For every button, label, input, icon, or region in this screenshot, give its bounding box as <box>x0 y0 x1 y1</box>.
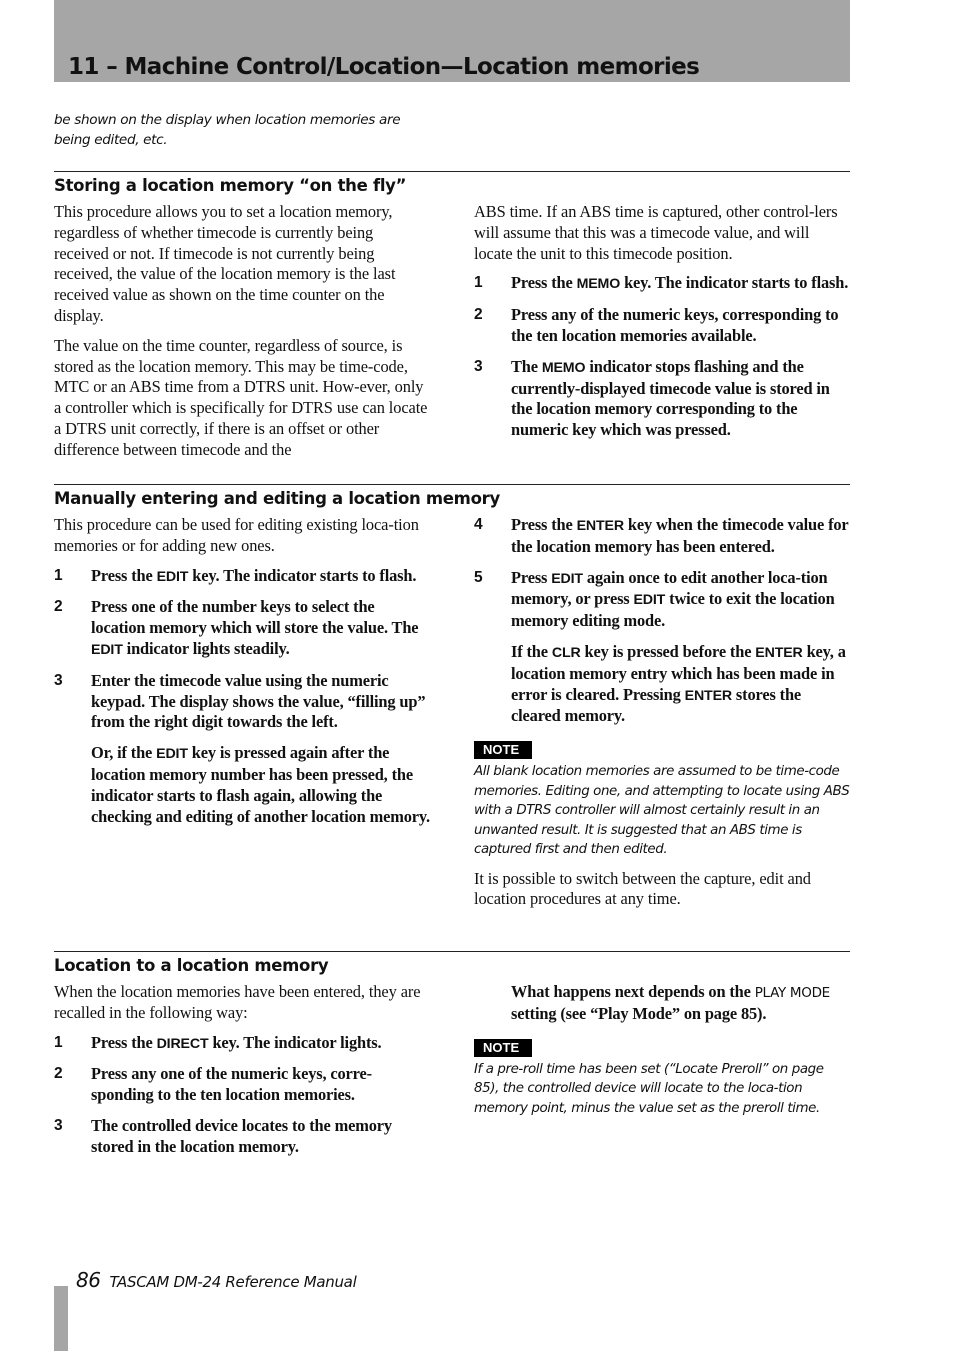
section-title: Location to a location memory <box>54 956 329 975</box>
step-followup: If the CLR key is pressed before the ENT… <box>474 642 850 727</box>
note-text: If a pre-roll time has been set (“Locate… <box>474 1061 824 1116</box>
step-item: 5 Press EDIT again once to edit another … <box>474 568 850 632</box>
step-followup: Or, if the EDIT key is pressed again aft… <box>54 743 430 827</box>
step-number: 2 <box>54 598 63 616</box>
paragraph: The value on the time counter, regardles… <box>54 335 428 459</box>
section-title: Manually entering and editing a location… <box>54 489 500 508</box>
footer-tab-bar <box>54 1286 68 1351</box>
step-item: 1 Press the EDIT key. The indicator star… <box>54 566 430 588</box>
section-manual-edit: Manually entering and editing a location… <box>54 484 850 908</box>
step-text: What happens next depends on the <box>511 982 755 1001</box>
step-item: 1 Press the MEMO key. The indicator star… <box>474 273 850 295</box>
page-footer: 86 TASCAM DM-24 Reference Manual <box>76 1268 357 1292</box>
step-text: indicator lights steadily. <box>122 638 290 658</box>
right-column: 4 Press the ENTER key when the timecode … <box>474 515 850 919</box>
right-column: What happens next depends on the PLAY MO… <box>474 982 850 1127</box>
key-name-memo: MEMO <box>541 359 586 376</box>
step-item: 2 Press one of the number keys to select… <box>54 597 430 660</box>
paragraph: It is possible to switch between the cap… <box>474 868 811 909</box>
step-number: 5 <box>474 568 483 586</box>
step-number: 3 <box>54 671 63 689</box>
key-name-edit: EDIT <box>551 570 583 587</box>
paragraph: This procedure allows you to set a locat… <box>54 202 396 325</box>
step-text: Press any of the numeric keys, correspon… <box>511 305 839 345</box>
chapter-title: 11 – Machine Control/Location—Location m… <box>68 54 700 80</box>
step-item: 1 Press the DIRECT key. The indicator li… <box>54 1033 430 1055</box>
step-number: 1 <box>54 566 63 584</box>
section-title: Storing a location memory “on the fly” <box>54 176 407 195</box>
step-text: Press the <box>91 1032 157 1052</box>
section-divider <box>54 951 850 952</box>
step-number: 3 <box>54 1116 63 1134</box>
step-text: Enter the timecode value using the numer… <box>91 670 426 732</box>
key-name-memo: MEMO <box>576 276 621 293</box>
step-text: Press the <box>91 565 157 585</box>
left-column: When the location memories have been ent… <box>54 982 430 1168</box>
section-divider <box>54 484 850 485</box>
step-text: Press <box>511 567 552 587</box>
step-text: key. The indicator starts to flash. <box>188 565 417 585</box>
carry-over-text: be shown on the display when location me… <box>54 112 401 148</box>
key-name-clr: CLR <box>551 644 581 661</box>
menu-name-play-mode: PLAY MODE <box>754 985 831 1001</box>
page-number: 86 <box>76 1268 101 1292</box>
step-text: The controlled device locates to the mem… <box>91 1115 392 1156</box>
step-text: key. The indicator starts to flash. <box>620 273 849 293</box>
step-item: 4 Press the ENTER key when the timecode … <box>474 515 850 558</box>
step-number: 4 <box>474 516 483 533</box>
key-name-enter: ENTER <box>755 644 803 661</box>
step-text: The <box>511 356 542 376</box>
section-divider <box>54 171 850 172</box>
paragraph: This procedure can be used for editing e… <box>54 515 419 555</box>
key-name-enter: ENTER <box>684 687 732 704</box>
step-text: key. The indicator lights. <box>208 1032 382 1052</box>
key-name-direct: DIRECT <box>156 1035 209 1052</box>
step-text: Press one of the number keys to select t… <box>91 597 419 638</box>
step-text: setting (see “Play Mode” on page 85). <box>511 1003 767 1023</box>
step-item: 3 The MEMO indicator stops flashing and … <box>474 357 850 441</box>
paragraph: ABS time. If an ABS time is captured, ot… <box>474 202 838 263</box>
key-name-edit: EDIT <box>91 641 123 658</box>
key-name-edit: EDIT <box>633 592 666 609</box>
step-text: Or, if the <box>91 743 157 763</box>
section-on-the-fly: Storing a location memory “on the fly” T… <box>54 171 850 459</box>
step-item: 2 Press any of the numeric keys, corresp… <box>474 305 850 347</box>
key-name-enter: ENTER <box>576 518 624 534</box>
left-column: This procedure can be used for editing e… <box>54 515 430 837</box>
right-column: ABS time. If an ABS time is captured, ot… <box>474 202 850 451</box>
step-number: 2 <box>474 306 483 324</box>
key-name-edit: EDIT <box>156 568 189 585</box>
step-text: Press the <box>511 515 577 534</box>
chapter-header-band: 11 – Machine Control/Location—Location m… <box>54 0 850 82</box>
step-number: 1 <box>474 274 483 292</box>
key-name-edit: EDIT <box>156 746 188 763</box>
step-text: Press any one of the numeric keys, corre… <box>91 1064 372 1105</box>
step-number: 2 <box>54 1065 63 1083</box>
step-text: Press the <box>511 273 577 293</box>
step-item: 2 Press any one of the numeric keys, cor… <box>54 1064 430 1106</box>
note-badge: NOTE <box>474 741 532 760</box>
step-item: 3 The controlled device locates to the m… <box>54 1116 430 1158</box>
step-number: 1 <box>54 1033 63 1051</box>
step-followup: What happens next depends on the PLAY MO… <box>474 982 850 1025</box>
step-number: 3 <box>474 357 483 375</box>
paragraph: When the location memories have been ent… <box>54 982 421 1022</box>
left-column: This procedure allows you to set a locat… <box>54 202 430 470</box>
step-text: key is pressed before the <box>580 641 756 661</box>
section-locate: Location to a location memory When the l… <box>54 951 850 1156</box>
step-item: 3 Enter the timecode value using the num… <box>54 671 430 733</box>
note-text: All blank location memories are assumed … <box>474 764 850 858</box>
step-text: If the <box>511 641 552 661</box>
note-badge: NOTE <box>474 1038 532 1057</box>
manual-title: TASCAM DM-24 Reference Manual <box>109 1273 357 1291</box>
